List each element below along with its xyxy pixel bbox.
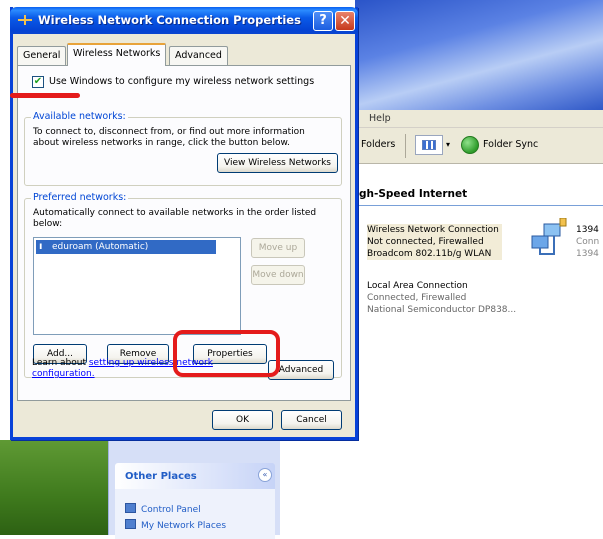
use-windows-label[interactable]: Use Windows to configure my wireless net…	[49, 76, 314, 87]
antenna-icon: ı	[39, 241, 43, 252]
menu-bar: Help	[355, 110, 603, 128]
connection-status: Conn	[576, 237, 600, 247]
other-places-title: Other Places	[125, 471, 197, 482]
help-button[interactable]: ?	[313, 11, 333, 31]
views-button[interactable]	[415, 135, 443, 155]
ok-button[interactable]: OK	[212, 410, 273, 430]
connection-device: Broadcom 802.11b/g WLAN	[367, 249, 492, 259]
folder-sync-button[interactable]: Folder Sync	[483, 139, 538, 150]
view-wireless-networks-button[interactable]: View Wireless Networks	[217, 153, 338, 173]
connection-name: Wireless Network Connection	[367, 225, 499, 235]
preferred-networks-list[interactable]: ı eduroam (Automatic)	[33, 237, 241, 335]
page-margin	[0, 0, 10, 440]
folders-button[interactable]: Folders	[361, 139, 395, 150]
views-dropdown-icon[interactable]: ▾	[446, 140, 450, 149]
connection-device: 1394	[576, 249, 599, 259]
link-label: Control Panel	[141, 505, 201, 515]
connection-item-1394[interactable]: 1394 Conn 1394	[576, 224, 599, 260]
control-panel-link[interactable]: Control Panel	[125, 503, 201, 515]
other-places-panel: Other Places « Control Panel My Network …	[108, 440, 280, 539]
connection-item-lan[interactable]: Local Area Connection Connected, Firewal…	[367, 280, 516, 316]
connection-name: Local Area Connection	[367, 281, 468, 291]
preferred-networks-legend: Preferred networks:	[31, 192, 129, 203]
learn-prefix: Learn about	[32, 358, 89, 368]
collapse-chevron-icon[interactable]: «	[258, 468, 272, 482]
connection-status: Connected, Firewalled	[367, 293, 467, 303]
folder-sync-icon[interactable]	[461, 136, 479, 154]
desktop-background	[355, 0, 603, 110]
network-connection-icon[interactable]	[530, 218, 568, 258]
network-name: eduroam (Automatic)	[52, 242, 149, 252]
use-windows-checkbox[interactable]: ✔	[32, 76, 44, 88]
my-network-places-link[interactable]: My Network Places	[125, 519, 226, 531]
toolbar-separator	[405, 134, 406, 158]
other-places-body: Control Panel My Network Places	[115, 489, 275, 539]
list-item[interactable]: ı eduroam (Automatic)	[36, 240, 216, 254]
title-bar[interactable]: Wireless Network Connection Properties ?…	[10, 7, 358, 34]
connection-name: 1394	[576, 225, 599, 235]
desktop-wallpaper-grass	[0, 440, 120, 535]
network-places-icon	[125, 519, 136, 529]
annotation-underline	[10, 93, 80, 98]
other-places-header[interactable]: Other Places «	[115, 463, 275, 489]
connection-item-wireless[interactable]: Wireless Network Connection Not connecte…	[367, 224, 502, 260]
menu-help[interactable]: Help	[369, 113, 391, 124]
network-connections-window: Help Folders ▾ Folder Sync gh-Speed Inte…	[355, 110, 603, 440]
preferred-networks-text: Automatically connect to available netwo…	[33, 208, 317, 229]
link-label: My Network Places	[141, 521, 227, 531]
toolbar: Folders ▾ Folder Sync	[355, 128, 603, 164]
connection-device: National Semiconductor DP838...	[367, 305, 517, 315]
network-icon	[18, 15, 32, 25]
dialog-title: Wireless Network Connection Properties	[38, 13, 301, 27]
cancel-button[interactable]: Cancel	[281, 410, 342, 430]
preferred-networks-group: Preferred networks: Automatically connec…	[24, 192, 342, 378]
connection-status: Not connected, Firewalled	[367, 237, 484, 247]
annotation-highlight	[173, 330, 280, 377]
wireless-properties-dialog: Wireless Network Connection Properties ?…	[10, 7, 358, 440]
control-panel-icon	[125, 503, 136, 513]
tab-wireless-networks[interactable]: Wireless Networks	[67, 43, 167, 66]
move-down-button[interactable]: Move down	[251, 265, 305, 285]
tab-advanced[interactable]: Advanced	[169, 46, 228, 65]
section-title: gh-Speed Internet	[355, 188, 603, 206]
move-up-button[interactable]: Move up	[251, 238, 305, 258]
close-button[interactable]: ✕	[335, 11, 355, 31]
views-icon	[422, 140, 436, 150]
available-networks-text: To connect to, disconnect from, or find …	[33, 127, 305, 148]
tab-general[interactable]: General	[17, 46, 67, 65]
available-networks-group: Available networks: To connect to, disco…	[24, 111, 342, 186]
available-networks-legend: Available networks:	[31, 111, 128, 122]
wireless-networks-panel: ✔ Use Windows to configure my wireless n…	[10, 65, 351, 401]
